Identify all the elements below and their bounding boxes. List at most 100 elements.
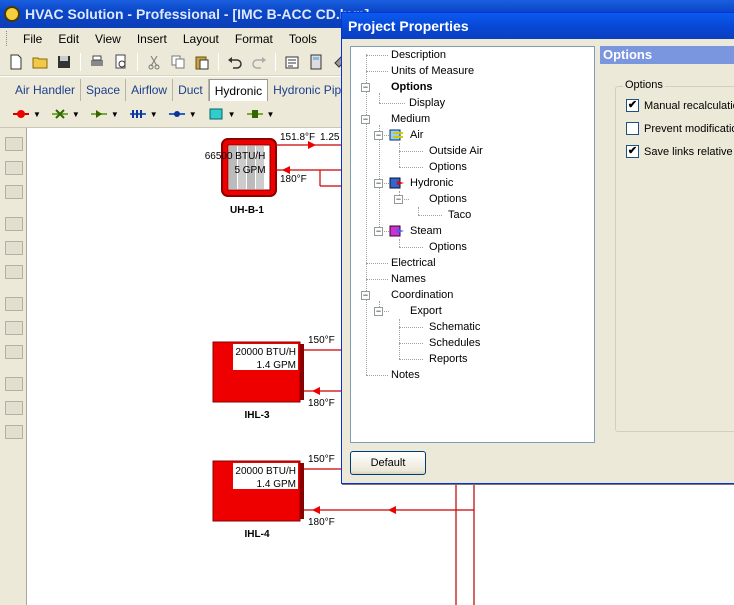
terminal-tool[interactable]: ▼ — [246, 108, 274, 120]
tree-line — [366, 71, 388, 72]
air-icon — [389, 129, 403, 141]
align-middle-icon[interactable] — [5, 241, 23, 255]
ihl3-return-temp: 180°F — [308, 398, 335, 409]
tree-node-description[interactable]: Description — [391, 47, 446, 63]
steam-icon — [389, 225, 404, 237]
tree-line — [399, 247, 423, 248]
menu-layout[interactable]: Layout — [175, 32, 227, 46]
tree-node-hydronic[interactable]: Hydronic — [410, 175, 453, 191]
prevent-modification-checkbox[interactable]: Prevent modification — [626, 122, 734, 135]
tab-duct[interactable]: Duct — [173, 79, 209, 101]
coil-tool[interactable]: ▼ — [129, 108, 158, 120]
new-file-icon[interactable] — [6, 52, 26, 72]
open-folder-icon[interactable] — [30, 52, 50, 72]
collapse-coordination-icon[interactable]: − — [361, 291, 370, 300]
paste-icon[interactable] — [192, 52, 212, 72]
tab-space[interactable]: Space — [81, 79, 127, 101]
tree-line — [366, 375, 388, 376]
ihl4-btu: 20000 BTU/H — [235, 466, 296, 477]
checkbox-checked-icon[interactable]: ✔ — [626, 99, 639, 112]
pump-icon — [13, 110, 29, 118]
undo-icon[interactable] — [225, 52, 245, 72]
tab-air-handler[interactable]: Air Handler — [10, 79, 82, 101]
ihl3-btu: 20000 BTU/H — [235, 347, 296, 358]
collapse-export-icon[interactable]: − — [374, 307, 383, 316]
copy-icon[interactable] — [168, 52, 188, 72]
properties-icon[interactable] — [282, 52, 302, 72]
uh-supply-temp: 151.8°F — [280, 132, 315, 143]
collapse-hydronic-icon[interactable]: − — [374, 179, 383, 188]
cut-icon[interactable] — [144, 52, 164, 72]
menu-view[interactable]: View — [87, 32, 129, 46]
tree-node-units-of-measure[interactable]: Units of Measure — [391, 63, 474, 79]
same-size-icon[interactable] — [5, 345, 23, 359]
collapse-steam-icon[interactable]: − — [374, 227, 383, 236]
align-bottom-icon[interactable] — [5, 265, 23, 279]
checkbox-checked-icon[interactable]: ✔ — [626, 145, 639, 158]
align-left-icon[interactable] — [5, 137, 23, 151]
save-links-relative-checkbox[interactable]: ✔ Save links relative t — [626, 145, 734, 158]
ihl3-gpm: 1.4 GPM — [257, 360, 296, 371]
tree-node-reports[interactable]: Reports — [429, 351, 468, 367]
tree-node-names[interactable]: Names — [391, 271, 426, 287]
tab-hydronic[interactable]: Hydronic — [208, 79, 269, 101]
tree-node-notes[interactable]: Notes — [391, 367, 420, 383]
tree-node-electrical[interactable]: Electrical — [391, 255, 436, 271]
menu-edit[interactable]: Edit — [50, 32, 87, 46]
fitting-tool[interactable]: ▼ — [168, 108, 197, 120]
app-icon — [4, 6, 20, 22]
redo-icon[interactable] — [249, 52, 269, 72]
valve-tool[interactable]: ▼ — [51, 108, 80, 120]
tab-airflow[interactable]: Airflow — [126, 79, 174, 101]
tree-node-outside-air[interactable]: Outside Air — [429, 143, 483, 159]
manual-recalc-checkbox[interactable]: ✔ Manual recalculatio — [626, 99, 734, 112]
tree-node-taco[interactable]: Taco — [448, 207, 471, 223]
tree-node-medium[interactable]: Medium — [391, 111, 430, 127]
options-group-label: Options — [623, 79, 665, 91]
tree-node-display[interactable]: Display — [409, 95, 445, 111]
tree-node-schematic[interactable]: Schematic — [429, 319, 480, 335]
align-top-icon[interactable] — [5, 217, 23, 231]
print-icon[interactable] — [87, 52, 107, 72]
check-valve-tool[interactable]: ▼ — [90, 108, 119, 120]
collapse-options-icon[interactable]: − — [361, 83, 370, 92]
save-icon[interactable] — [54, 52, 74, 72]
tree-node-air[interactable]: Air — [410, 127, 423, 143]
properties-tree[interactable]: − − − − − − − − Description Units of Mea… — [350, 46, 595, 443]
collapse-hydronic-options-icon[interactable]: − — [394, 195, 403, 204]
same-width-icon[interactable] — [5, 377, 23, 391]
uh-btu: 66500 BTU/H — [205, 151, 266, 162]
menu-file[interactable]: File — [15, 32, 50, 46]
tree-node-steam[interactable]: Steam — [410, 223, 442, 239]
unit-ihl-4[interactable]: 20000 BTU/H 1.4 GPM IHL-4 — [212, 460, 304, 540]
tree-node-schedules[interactable]: Schedules — [429, 335, 480, 351]
ihl3-label: IHL-3 — [245, 410, 270, 421]
collapse-medium-icon[interactable]: − — [361, 115, 370, 124]
menu-tools[interactable]: Tools — [281, 32, 325, 46]
calculator-icon[interactable] — [306, 52, 326, 72]
tree-node-coordination[interactable]: Coordination — [391, 287, 453, 303]
menu-insert[interactable]: Insert — [129, 32, 175, 46]
grid-icon[interactable] — [5, 425, 23, 439]
ihl4-supply-temp: 150°F — [308, 454, 335, 465]
toolbar-separator — [218, 53, 219, 71]
same-height-icon[interactable] — [5, 401, 23, 415]
checkbox-unchecked-icon[interactable] — [626, 122, 639, 135]
collapse-air-icon[interactable]: − — [374, 131, 383, 140]
unit-heater-uh-b-1[interactable]: 66500 BTU/H 5 GPM UH-B-1 — [205, 138, 277, 216]
menu-format[interactable]: Format — [227, 32, 281, 46]
tree-node-steam-options[interactable]: Options — [429, 239, 467, 255]
distribute-horizontal-icon[interactable] — [5, 297, 23, 311]
default-button[interactable]: Default — [350, 451, 426, 475]
distribute-vertical-icon[interactable] — [5, 321, 23, 335]
tree-node-hydronic-options[interactable]: Options — [429, 191, 467, 207]
tree-node-export[interactable]: Export — [410, 303, 442, 319]
pump-tool[interactable]: ▼ — [12, 108, 41, 120]
tree-node-air-options[interactable]: Options — [429, 159, 467, 175]
align-center-icon[interactable] — [5, 161, 23, 175]
align-right-icon[interactable] — [5, 185, 23, 199]
unit-ihl-3[interactable]: 20000 BTU/H 1.4 GPM IHL-3 — [212, 341, 304, 421]
print-preview-icon[interactable] — [111, 52, 131, 72]
tank-tool[interactable]: ▼ — [207, 108, 236, 120]
tree-node-options[interactable]: Options — [391, 79, 433, 95]
